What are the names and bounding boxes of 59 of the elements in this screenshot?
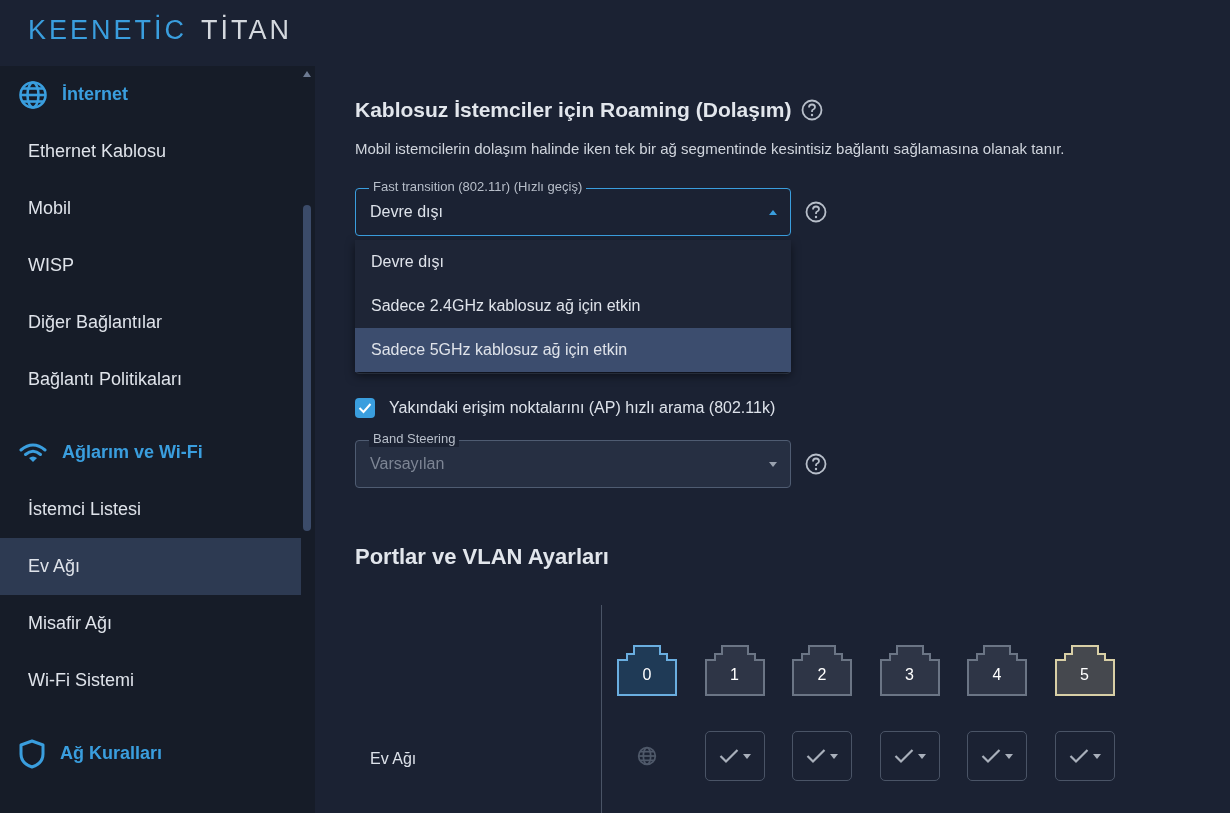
field-label: Fast transition (802.11r) (Hızlı geçiş) xyxy=(369,179,587,195)
caret-icon xyxy=(768,461,778,467)
membership-dropdown[interactable] xyxy=(792,731,852,781)
row-label: Ev Ağı xyxy=(370,749,418,769)
checkbox[interactable] xyxy=(355,398,375,418)
sidebar-item[interactable]: Mobil xyxy=(0,180,301,237)
port-number: 3 xyxy=(904,665,915,685)
help-icon xyxy=(801,98,824,121)
sidebar-item[interactable]: Bağlantı Politikaları xyxy=(0,351,301,408)
port-number: 0 xyxy=(641,665,653,685)
help-icon xyxy=(805,201,827,223)
port-number: 4 xyxy=(991,665,1003,685)
caret-icon xyxy=(768,209,778,215)
dropdown-option[interactable]: Sadece 2.4GHz kablosuz ağ için etkin xyxy=(355,284,791,328)
wifi-icon xyxy=(18,441,48,464)
sidebar-item[interactable]: Misafir Ağı xyxy=(0,595,301,652)
brand-logo-text: KEENETİC xyxy=(28,13,188,47)
sidebar-section-title[interactable]: İnternet xyxy=(62,81,128,108)
shield-icon xyxy=(18,738,46,769)
section-title: Portlar ve VLAN Ayarları xyxy=(355,543,610,571)
port-number: 2 xyxy=(816,665,828,685)
membership-dropdown[interactable] xyxy=(879,731,940,781)
sidebar-section-title[interactable]: Ağ Kuralları xyxy=(60,740,163,767)
checkmark-icon xyxy=(718,748,739,764)
scroll-up-icon xyxy=(302,70,312,78)
section-title: Kablosuz İstemciler için Roaming (Dolaşım) xyxy=(355,97,792,123)
caret-icon xyxy=(830,753,838,759)
sidebar-section-title[interactable]: Ağlarım ve Wi-Fi xyxy=(62,439,203,466)
checkmark-icon xyxy=(806,748,826,764)
caret-icon xyxy=(1005,753,1013,759)
checkmark-icon xyxy=(893,748,914,764)
model-name: TİTAN xyxy=(201,13,293,47)
globe-icon xyxy=(637,746,657,766)
dropdown-option[interactable]: Devre dışı xyxy=(355,240,791,284)
caret-icon xyxy=(1092,753,1101,759)
sidebar-item[interactable]: WISP xyxy=(0,237,301,294)
membership-dropdown[interactable] xyxy=(1054,731,1115,781)
sidebar-item[interactable]: Ethernet Kablosu xyxy=(0,123,301,180)
checkmark-icon xyxy=(1068,748,1089,764)
caret-icon xyxy=(742,753,751,759)
dropdown-option[interactable]: Sadece 5GHz kablosuz ağ için etkin xyxy=(355,328,791,372)
sidebar-item[interactable]: Ev Ağı xyxy=(0,538,301,595)
select-value: Devre dışı xyxy=(370,202,443,222)
port-number: 1 xyxy=(729,665,740,685)
help-icon xyxy=(805,453,827,475)
sidebar-item[interactable]: Wi-Fi Sistemi xyxy=(0,652,301,709)
sidebar-item[interactable]: İstemci Listesi xyxy=(0,481,301,538)
sidebar-item[interactable]: Diğer Bağlantılar xyxy=(0,294,301,351)
field-label: Band Steering xyxy=(369,431,460,447)
port-number: 5 xyxy=(1079,665,1090,685)
checkmark-icon xyxy=(358,402,372,414)
caret-icon xyxy=(917,753,926,759)
select-value: Varsayılan xyxy=(370,454,445,474)
globe-icon xyxy=(18,79,48,110)
membership-dropdown[interactable] xyxy=(967,731,1027,781)
checkbox-label: Yakındaki erişim noktalarını (AP) hızlı arama (802.11k) xyxy=(389,398,776,418)
checkmark-icon xyxy=(981,748,1001,764)
membership-dropdown[interactable] xyxy=(704,731,765,781)
section-description: Mobil istemcilerin dolaşım halinde iken tek bir ağ segmentinde kesintisiz bağlantı sağlamasına olanak tanır. xyxy=(355,138,1066,159)
